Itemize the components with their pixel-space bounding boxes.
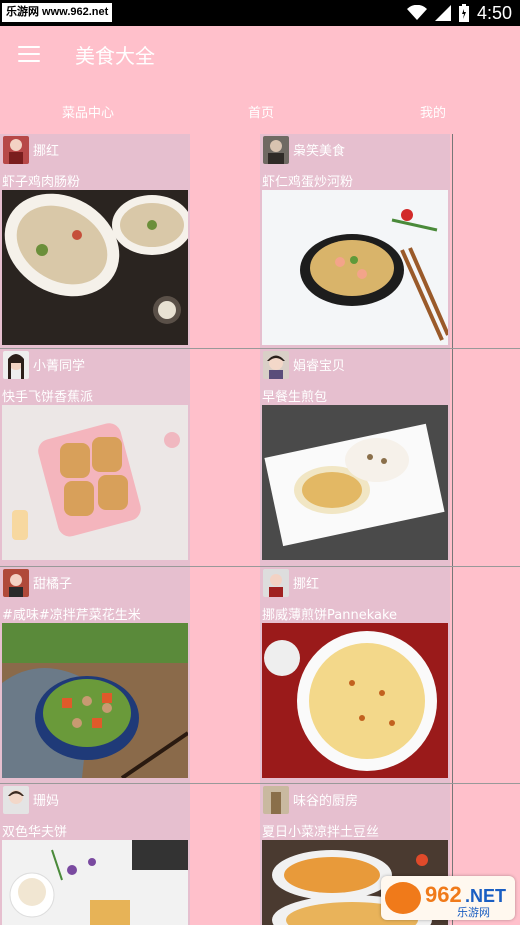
recipe-card[interactable]: 枭笑美食 虾仁鸡蛋炒河粉 — [260, 134, 450, 348]
avatar — [263, 786, 289, 814]
avatar — [3, 786, 29, 814]
dish-title: 虾仁鸡蛋炒河粉 — [262, 175, 354, 190]
svg-text:乐游网: 乐游网 — [457, 906, 490, 919]
avatar — [3, 136, 29, 164]
dish-title: 快手飞饼香蕉派 — [2, 390, 94, 405]
column-divider — [452, 134, 453, 925]
recipe-card[interactable]: 珊妈 双色华夫饼 — [0, 784, 190, 925]
signal-icon — [434, 5, 451, 21]
avatar — [3, 351, 29, 379]
author-name: 挪红 — [33, 144, 60, 159]
author-name: 味谷的厨房 — [293, 794, 359, 809]
dish-title: 挪威薄煎饼Pannekake — [262, 608, 398, 623]
author-name: 小菁同学 — [33, 359, 86, 374]
author-name: 枭笑美食 — [293, 144, 346, 159]
watermark-logo: 962 .NET 乐游网 — [381, 876, 515, 920]
app-bar: 美食大全 — [0, 26, 520, 84]
tab-dish-center[interactable]: 菜品中心 — [62, 102, 114, 121]
dish-photo — [2, 623, 188, 778]
app-title: 美食大全 — [75, 44, 155, 68]
svg-text:962: 962 — [425, 882, 462, 907]
dish-photo — [262, 623, 448, 778]
dish-photo — [2, 405, 188, 560]
author-name: 挪红 — [293, 577, 320, 592]
dish-photo — [2, 190, 188, 345]
dish-title: 早餐生煎包 — [262, 390, 328, 405]
status-bar: 乐游网 www.962.net 4:50 — [0, 0, 520, 26]
dish-title: #咸味#凉拌芹菜花生米 — [2, 608, 141, 623]
dish-photo — [262, 405, 448, 560]
recipe-card[interactable]: 挪红 虾子鸡肉肠粉 — [0, 134, 190, 348]
avatar — [263, 351, 289, 379]
clock: 4:50 — [476, 2, 512, 23]
wifi-icon — [406, 5, 427, 20]
dish-title: 虾子鸡肉肠粉 — [2, 175, 81, 190]
svg-text:.NET: .NET — [465, 886, 506, 906]
dish-photo — [262, 190, 448, 345]
dish-title: 夏日小菜凉拌土豆丝 — [262, 825, 380, 840]
tab-mine[interactable]: 我的 — [420, 102, 446, 121]
recipe-card[interactable]: 娟睿宝贝 早餐生煎包 — [260, 349, 450, 566]
tab-home[interactable]: 首页 — [248, 102, 274, 121]
dish-title: 双色华夫饼 — [2, 825, 68, 840]
tab-bar: 菜品中心 首页 我的 — [0, 96, 520, 126]
author-name: 甜橘子 — [33, 577, 73, 592]
author-name: 娟睿宝贝 — [293, 359, 346, 374]
recipe-card[interactable]: 小菁同学 快手飞饼香蕉派 — [0, 349, 190, 566]
author-name: 珊妈 — [33, 794, 60, 809]
avatar — [263, 569, 289, 597]
watermark-label: 乐游网 www.962.net — [2, 3, 113, 22]
avatar — [3, 569, 29, 597]
status-icons: 4:50 — [406, 0, 512, 26]
avatar — [263, 136, 289, 164]
recipe-card[interactable]: 甜橘子 #咸味#凉拌芹菜花生米 — [0, 567, 190, 783]
battery-icon — [458, 4, 469, 22]
dish-photo — [2, 840, 188, 925]
hamburger-menu-icon[interactable] — [18, 46, 40, 64]
recipe-card[interactable]: 挪红 挪威薄煎饼Pannekake — [260, 567, 450, 783]
